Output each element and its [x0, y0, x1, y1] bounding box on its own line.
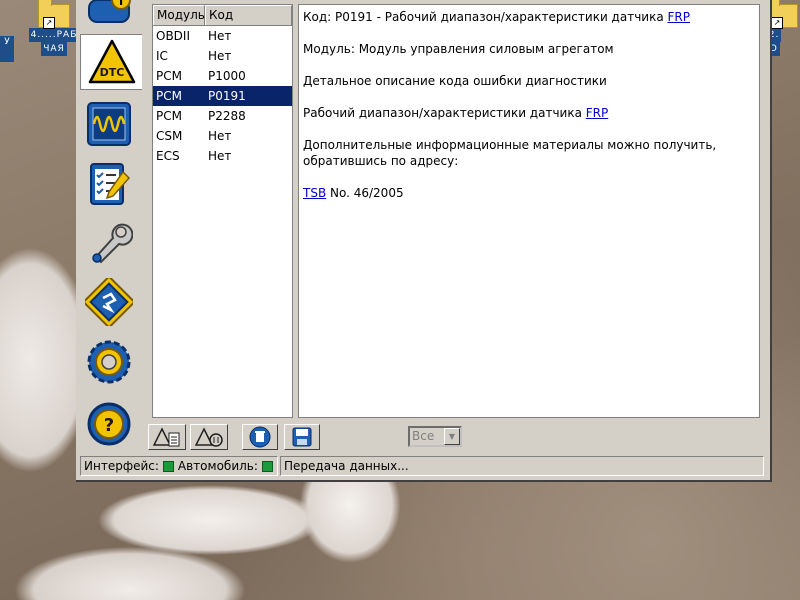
module-filter-value: Все: [412, 429, 435, 443]
desktop-folder-label-left-1: 4.....РАБ: [28, 28, 80, 42]
interface-status-label: Интерфейс:: [84, 459, 159, 473]
shortcut-arrow-icon: ↗: [43, 17, 55, 29]
sidebar-item-oscilloscope[interactable]: [80, 96, 138, 152]
shortcut-arrow-icon: ↗: [771, 17, 783, 29]
warning-document-icon: [153, 427, 180, 447]
column-header-module[interactable]: Модуль: [153, 5, 205, 25]
dtc-codes-table: Модуль Код OBDII Нет IC Нет PCM P1000 PCM P0191…: [152, 4, 293, 418]
sidebar-item-module-programming[interactable]: [80, 274, 138, 330]
tsb-link[interactable]: TSB: [303, 186, 326, 200]
chip-module-icon: [85, 278, 133, 326]
svg-text:?: ?: [104, 415, 114, 436]
detail-tsb-line: TSB No. 46/2005: [303, 185, 755, 201]
desktop-edge-label-left: У: [0, 36, 14, 62]
table-row[interactable]: CSM Нет: [153, 126, 292, 146]
dtc-warning-icon: DTC: [88, 39, 135, 84]
vehicle-status-label: Автомобиль:: [177, 459, 258, 473]
code-cell: Нет: [208, 49, 232, 63]
detail-range-line: Рабочий диапазон/характеристики датчика …: [303, 105, 755, 121]
detail-description-title: Детальное описание кода ошибки диагности…: [303, 74, 607, 88]
table-row[interactable]: PCM P1000: [153, 66, 292, 86]
clear-icon: [249, 426, 271, 448]
module-cell: PCM: [156, 69, 182, 83]
vehicle-status-led: [261, 461, 273, 472]
module-cell: IC: [156, 49, 168, 63]
status-message-pane: Передача данных...: [280, 456, 764, 476]
folder-icon: ↗: [38, 0, 70, 29]
code-cell: P1000: [208, 69, 246, 83]
save-button[interactable]: [284, 424, 320, 450]
frp-link-2[interactable]: FRP: [586, 106, 608, 120]
wrench-icon: [92, 223, 133, 264]
svg-text:DTC: DTC: [99, 66, 124, 79]
detail-code-line: Код: P0191 - Рабочий диапазон/характерис…: [303, 9, 755, 25]
sidebar-item-checklist[interactable]: [80, 156, 138, 212]
detail-info-text: Дополнительные информационные материалы …: [303, 137, 755, 169]
floppy-disk-icon: [292, 427, 312, 447]
column-header-code[interactable]: Код: [205, 5, 292, 25]
detail-code-text: Код: P0191 - Рабочий диапазон/характерис…: [303, 10, 668, 24]
warning-erase-icon: [195, 427, 223, 447]
module-cell: PCM: [156, 89, 182, 103]
sidebar-item-service-tools[interactable]: [80, 214, 138, 270]
detail-info-line-1: Дополнительные информационные материалы …: [303, 138, 717, 152]
svg-text:i: i: [119, 0, 123, 8]
dtc-erase-button[interactable]: [190, 424, 228, 450]
connection-status-pane: Интерфейс: Автомобиль:: [80, 456, 278, 476]
code-cell: P2288: [208, 109, 246, 123]
status-bar: Интерфейс: Автомобиль: Передача данных...: [80, 456, 768, 476]
table-header: Модуль Код: [153, 5, 292, 26]
sidebar-item-dtc[interactable]: DTC: [80, 34, 142, 90]
checklist-icon: [90, 163, 131, 205]
code-cell: Нет: [208, 129, 232, 143]
interface-status-led: [162, 461, 174, 472]
module-filter-select[interactable]: Все ▼: [408, 426, 462, 447]
table-row[interactable]: PCM P2288: [153, 106, 292, 126]
desktop-folder-label-left-2: ЧАЯ: [41, 42, 67, 56]
module-cell: ECS: [156, 149, 180, 163]
sidebar-item-vehicle-info[interactable]: i: [80, 0, 138, 38]
detail-info-line-2: обратившись по адресу:: [303, 154, 459, 168]
frp-link[interactable]: FRP: [668, 10, 690, 24]
table-body: OBDII Нет IC Нет PCM P1000 PCM P0191 PCM P2288 CSM…: [153, 26, 292, 166]
status-message: Передача данных...: [284, 459, 409, 473]
dtc-detail-panel: Код: P0191 - Рабочий диапазон/характерис…: [298, 4, 760, 418]
module-cell: CSM: [156, 129, 183, 143]
sidebar: i DTC ?: [76, 0, 142, 454]
diagnostic-app-window: i DTC ? Модуль Код OBDII Нет IC Нет PCM …: [76, 0, 772, 482]
table-row[interactable]: OBDII Нет: [153, 26, 292, 46]
detail-module-line: Модуль: Модуль управления силовым агрега…: [303, 42, 614, 56]
detail-range-text: Рабочий диапазон/характеристики датчика: [303, 106, 586, 120]
module-cell: OBDII: [156, 29, 190, 43]
code-cell: Нет: [208, 29, 232, 43]
gear-settings-icon: [87, 340, 131, 384]
table-row[interactable]: IC Нет: [153, 46, 292, 66]
module-cell: PCM: [156, 109, 182, 123]
code-cell: P0191: [208, 89, 246, 103]
table-row[interactable]: ECS Нет: [153, 146, 292, 166]
clear-memory-button[interactable]: [242, 424, 278, 450]
chevron-down-icon[interactable]: ▼: [444, 428, 460, 445]
help-steering-wheel-icon: ?: [87, 402, 131, 446]
bottom-toolbar: Все ▼: [148, 424, 768, 450]
table-row[interactable]: PCM P0191: [153, 86, 292, 106]
dtc-report-button[interactable]: [148, 424, 186, 450]
sidebar-item-help[interactable]: ?: [80, 396, 138, 452]
code-cell: Нет: [208, 149, 232, 163]
oscilloscope-icon: [87, 102, 131, 146]
tsb-number: No. 46/2005: [326, 186, 404, 200]
car-info-icon: i: [88, 0, 131, 23]
sidebar-item-settings[interactable]: [80, 334, 138, 390]
